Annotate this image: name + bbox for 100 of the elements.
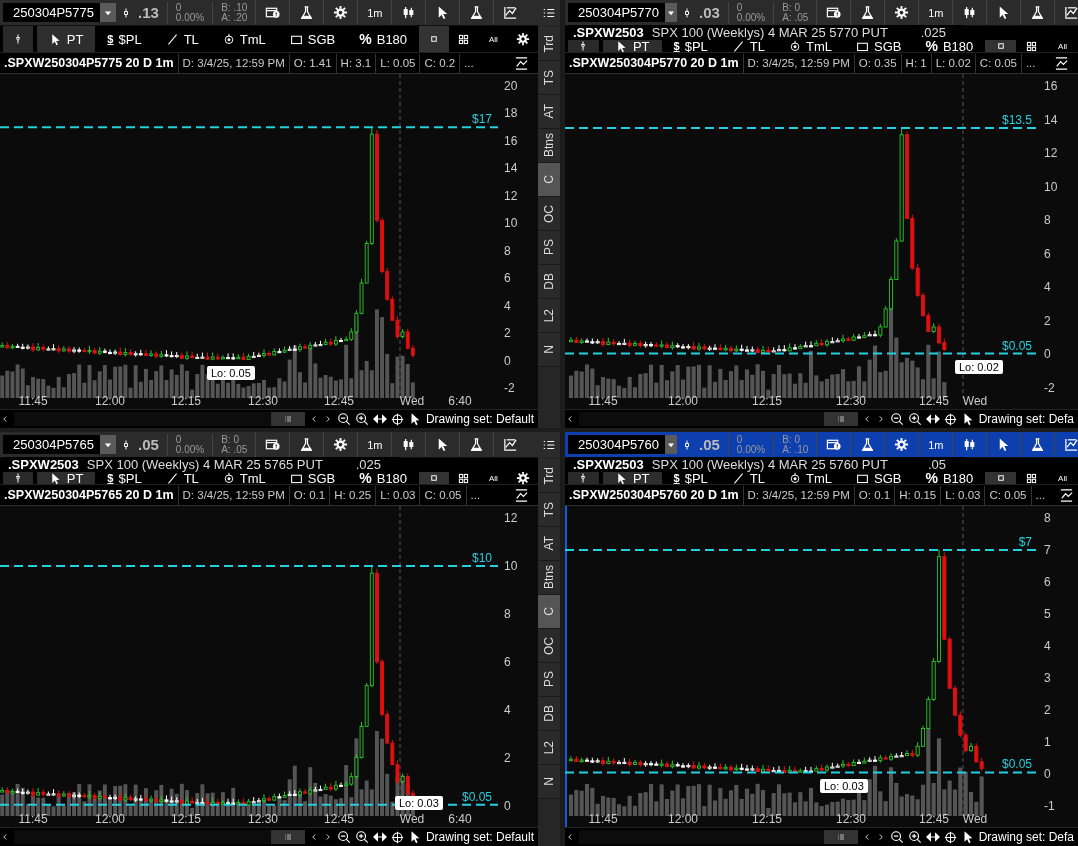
tool-button[interactable]: TmL	[776, 40, 844, 52]
axis-label: 1	[1044, 735, 1051, 749]
view-button[interactable]	[419, 26, 449, 52]
tool-button[interactable]: PT	[602, 472, 662, 484]
chart-toggle-button[interactable]	[513, 55, 529, 71]
side-tab[interactable]: Trd	[538, 459, 560, 493]
scroll-track[interactable]	[14, 412, 305, 426]
tool-button[interactable]: SGB	[843, 472, 914, 484]
view-button[interactable]	[985, 40, 1017, 52]
view-button[interactable]: All	[1047, 472, 1078, 484]
tool-button[interactable]: $ $PL	[95, 472, 154, 484]
tool-button[interactable]: % B180	[347, 472, 420, 484]
drawing-set-label[interactable]: Drawing set: Defa	[978, 412, 1074, 426]
side-tab[interactable]: L2	[538, 299, 560, 333]
view-button[interactable]: All	[478, 26, 509, 52]
tool-button[interactable]: $ $PL	[661, 472, 720, 484]
side-tab[interactable]: AT	[538, 95, 560, 129]
symbol-field[interactable]: 250304P5760	[568, 435, 665, 454]
axis-label: 10	[504, 216, 518, 231]
scroll-track[interactable]	[14, 830, 305, 844]
scroll-thumb[interactable]	[270, 830, 305, 844]
side-tab[interactable]: C	[538, 163, 560, 197]
chart-style-button[interactable]	[1054, 432, 1078, 457]
price-line-label: $13.5	[1001, 112, 1032, 127]
side-tab[interactable]: L2	[538, 731, 560, 765]
tool-button[interactable]: % B180	[913, 472, 986, 484]
side-tab[interactable]: AT	[538, 527, 560, 561]
scroll-thumb[interactable]	[270, 412, 305, 426]
tool-button[interactable]: TL	[153, 472, 211, 484]
view-button[interactable]	[419, 472, 449, 484]
side-tab[interactable]: N	[538, 333, 560, 367]
tool-button[interactable]: PT	[36, 26, 96, 52]
crosshair-icon	[943, 830, 957, 844]
price-line[interactable]	[0, 565, 499, 567]
interval-button[interactable]: 1m	[357, 0, 392, 25]
ohlc-field: H: 3.1	[335, 53, 376, 73]
alert-icon	[826, 5, 842, 20]
time-label: 12:00	[668, 812, 698, 826]
tool-button[interactable]: SGB	[277, 26, 348, 52]
view-button[interactable]: All	[1047, 40, 1078, 52]
scroll-track[interactable]	[579, 412, 858, 426]
side-tab[interactable]: PS	[538, 663, 560, 697]
menu-button[interactable]	[538, 0, 560, 25]
tool-button[interactable]: PT	[602, 40, 662, 52]
tool-button[interactable]: % B180	[913, 40, 986, 52]
drawing-set-label[interactable]: Drawing set: Defa	[978, 830, 1074, 844]
side-tab[interactable]: Btns	[538, 561, 560, 595]
tool-button[interactable]: TmL	[210, 26, 278, 52]
chart-toggle-button[interactable]	[1053, 55, 1069, 71]
tool-button[interactable]: $ $PL	[661, 40, 720, 52]
side-tab[interactable]: OC	[538, 629, 560, 663]
pin-button[interactable]	[3, 472, 33, 484]
view-button[interactable]	[985, 472, 1017, 484]
symbol-field[interactable]: 250304P5770	[568, 3, 665, 22]
side-tab[interactable]: DB	[538, 265, 560, 299]
side-tab[interactable]: TS	[538, 61, 560, 95]
tool-button[interactable]: TL	[153, 26, 211, 52]
symbol-field[interactable]: 250304P5765	[3, 435, 100, 454]
side-tab[interactable]: C	[538, 595, 560, 629]
side-tab[interactable]: N	[538, 765, 560, 799]
pin-button[interactable]	[568, 472, 599, 484]
scroll-track[interactable]	[579, 830, 858, 844]
tool-button[interactable]: $ $PL	[95, 26, 154, 52]
time-label: 12:45	[324, 812, 354, 826]
tool-button[interactable]: SGB	[843, 40, 914, 52]
view-button[interactable]: All	[478, 472, 509, 484]
symbol-field[interactable]: 250304P5775	[3, 3, 100, 22]
tool-button[interactable]: PT	[36, 472, 96, 484]
price-line[interactable]	[0, 126, 499, 129]
flask-icon	[1030, 5, 1046, 20]
zoom-out-icon	[889, 412, 904, 426]
tooltip-description: SPX 100 (Weeklys) 4 MAR 25 5770 PUT	[651, 25, 888, 40]
chart-toggle-button[interactable]	[1058, 487, 1074, 503]
drawing-set-label[interactable]: Drawing set: Default	[425, 830, 534, 844]
scroll-thumb[interactable]	[823, 412, 858, 426]
side-tab[interactable]: DB	[538, 697, 560, 731]
last-price: .05	[137, 436, 160, 453]
time-label: Wed	[399, 394, 425, 408]
side-tab[interactable]: Btns	[538, 129, 560, 163]
tool-button[interactable]: TL	[719, 40, 777, 52]
tool-button[interactable]: SGB	[277, 472, 348, 484]
scroll-thumb[interactable]	[823, 830, 858, 844]
drawing-set-label[interactable]: Drawing set: Default	[425, 412, 534, 426]
price-line[interactable]	[565, 352, 1039, 355]
pin-button[interactable]	[3, 26, 33, 52]
price-line[interactable]	[565, 549, 1039, 551]
side-tab[interactable]: TS	[538, 493, 560, 527]
side-tab[interactable]: OC	[538, 197, 560, 231]
tool-button[interactable]: TL	[719, 472, 777, 484]
price-line[interactable]	[565, 126, 1039, 129]
side-tab[interactable]: PS	[538, 231, 560, 265]
tool-button[interactable]: % B180	[347, 26, 420, 52]
pin-button[interactable]	[568, 40, 599, 52]
side-tab[interactable]: Trd	[538, 27, 560, 61]
menu-button[interactable]	[538, 432, 560, 457]
price-line[interactable]	[565, 771, 1039, 774]
chart-toggle-button[interactable]	[513, 487, 529, 503]
tool-button[interactable]: TmL	[776, 472, 844, 484]
tool-button[interactable]: TmL	[210, 472, 278, 484]
chart-style-button[interactable]	[1054, 0, 1078, 25]
